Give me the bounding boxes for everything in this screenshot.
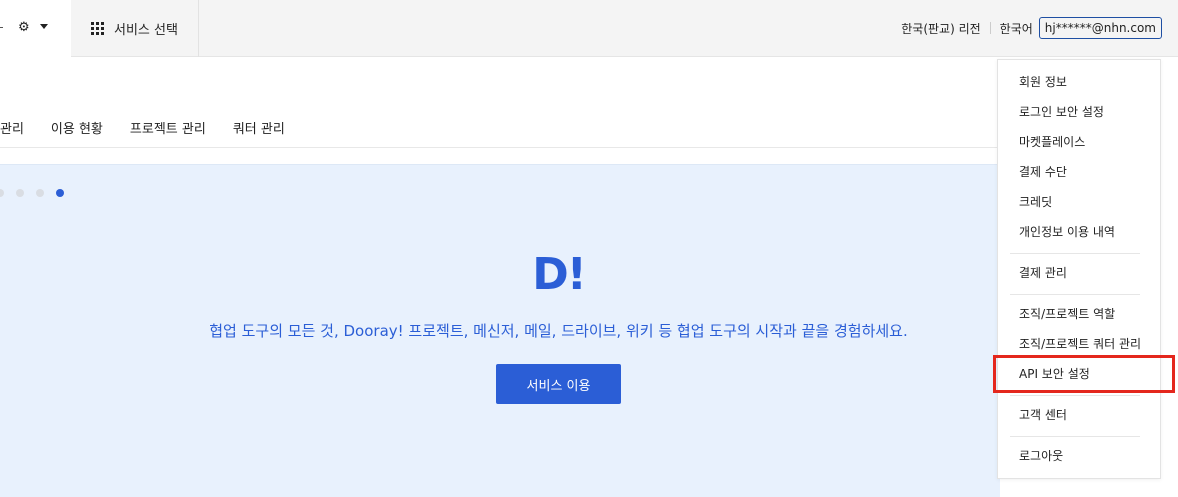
account-menu: 회원 정보 로그인 보안 설정 마켓플레이스 결제 수단 크레딧 개인정보 이용… — [997, 59, 1161, 479]
subnav-item-manage[interactable]: 관리 — [0, 118, 24, 137]
subnav-item-quota-manage[interactable]: 쿼터 관리 — [233, 118, 285, 137]
carousel-dot[interactable] — [36, 189, 44, 197]
chevron-down-icon[interactable] — [40, 24, 48, 29]
hero-banner: D! 협업 도구의 모든 것, Dooray! 프로젝트, 메신저, 메일, 드… — [0, 164, 1000, 497]
service-select-label: 서비스 선택 — [114, 23, 178, 38]
subnav-item-usage[interactable]: 이용 현황 — [51, 118, 103, 137]
menu-item-billing[interactable]: 결제 관리 — [1019, 264, 1067, 282]
menu-item-login-security[interactable]: 로그인 보안 설정 — [1019, 103, 1104, 121]
use-service-button[interactable]: 서비스 이용 — [496, 364, 621, 404]
menu-item-org-project-roles[interactable]: 조직/프로젝트 역할 — [1019, 305, 1115, 323]
menu-divider — [1010, 294, 1140, 295]
truncated-menu-edge — [0, 27, 3, 28]
menu-item-member-info[interactable]: 회원 정보 — [1019, 73, 1067, 91]
menu-item-customer-center[interactable]: 고객 센터 — [1019, 406, 1067, 424]
language-selector[interactable]: 한국어 — [1000, 20, 1033, 37]
menu-divider — [1010, 436, 1140, 437]
account-button[interactable]: hj******@nhn.com — [1038, 17, 1162, 39]
dooray-logo: D! — [532, 249, 587, 300]
topbar-right: 한국(판교) 리전 한국어 hj******@nhn.com — [901, 17, 1162, 39]
menu-divider — [1010, 395, 1140, 396]
carousel-dot-active[interactable] — [56, 189, 64, 197]
carousel-dot[interactable] — [16, 189, 24, 197]
service-select-button[interactable]: 서비스 선택 — [71, 0, 199, 57]
region-selector[interactable]: 한국(판교) 리전 — [901, 20, 980, 37]
subnav-item-project-manage[interactable]: 프로젝트 관리 — [130, 118, 206, 137]
menu-item-payment-method[interactable]: 결제 수단 — [1019, 163, 1067, 181]
menu-divider — [1010, 253, 1140, 254]
apps-grid-icon — [91, 22, 104, 35]
gear-icon[interactable]: ⚙ — [18, 19, 32, 37]
hero-tagline: 협업 도구의 모든 것, Dooray! 프로젝트, 메신저, 메일, 드라이브… — [209, 322, 908, 340]
menu-item-privacy-history[interactable]: 개인정보 이용 내역 — [1019, 223, 1115, 241]
carousel-dot[interactable] — [0, 189, 4, 197]
sub-nav: 관리 이용 현황 프로젝트 관리 쿼터 관리 — [0, 110, 312, 144]
org-selector[interactable]: ⚙ — [0, 0, 71, 57]
highlight-box — [993, 355, 1175, 393]
menu-item-marketplace[interactable]: 마켓플레이스 — [1019, 133, 1085, 151]
menu-item-credit[interactable]: 크레딧 — [1019, 193, 1052, 211]
menu-item-logout[interactable]: 로그아웃 — [1019, 447, 1063, 465]
divider — [989, 22, 991, 34]
carousel-dots — [0, 189, 76, 197]
top-bar: ⚙ 서비스 선택 한국(판교) 리전 한국어 hj******@nhn.com — [0, 0, 1178, 57]
menu-item-org-project-quota[interactable]: 조직/프로젝트 쿼터 관리 — [1019, 335, 1141, 353]
divider — [0, 147, 1000, 148]
